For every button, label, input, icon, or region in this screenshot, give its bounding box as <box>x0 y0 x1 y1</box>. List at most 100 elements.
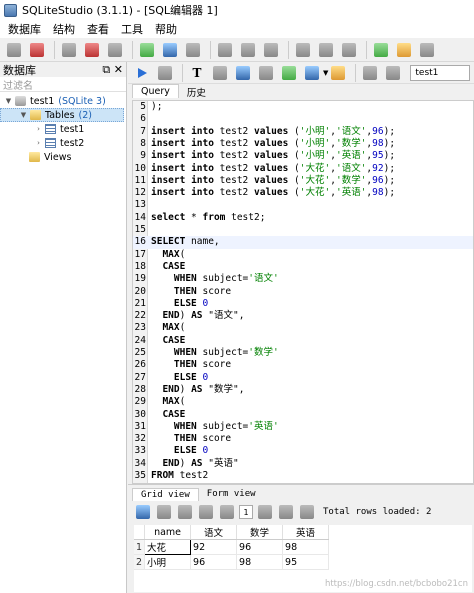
create-table-button[interactable] <box>137 40 157 60</box>
menu-structure[interactable]: 结构 <box>47 21 81 37</box>
tree-item-tables[interactable]: ▼ Tables (2) <box>0 108 124 122</box>
toggle-layout-button[interactable] <box>233 63 253 83</box>
tab-grid-view[interactable]: Grid view <box>132 488 199 501</box>
code-line[interactable]: 21 ELSE 0 <box>133 298 473 310</box>
edit-database-button[interactable] <box>82 40 102 60</box>
create-view-from-query-button[interactable] <box>279 63 299 83</box>
delete-table-button[interactable] <box>183 40 203 60</box>
replace-button[interactable] <box>383 63 403 83</box>
tree-item-views[interactable]: Views <box>0 150 126 164</box>
code-line[interactable]: 28 END) AS "数学", <box>133 384 473 396</box>
format-sql-button[interactable]: T <box>187 63 207 83</box>
code-line[interactable]: 18 CASE <box>133 261 473 273</box>
delete-trigger-button[interactable] <box>339 40 359 60</box>
create-view-button[interactable] <box>371 40 391 60</box>
code-line[interactable]: 16 SELECT name, <box>133 236 473 249</box>
tab-history[interactable]: 历史 <box>179 84 214 99</box>
print-button[interactable] <box>256 63 276 83</box>
menu-help[interactable]: 帮助 <box>149 21 183 37</box>
filter-input[interactable]: 过滤名 <box>0 77 126 92</box>
menu-view[interactable]: 查看 <box>81 21 115 37</box>
code-line[interactable]: 19 WHEN subject='语文' <box>133 273 473 285</box>
code-line[interactable]: 30 CASE <box>133 409 473 421</box>
tab-query[interactable]: Query <box>132 84 179 98</box>
code-line[interactable]: 15 <box>133 224 473 236</box>
table-cell[interactable]: 小明 <box>144 554 192 570</box>
clear-history-button[interactable] <box>210 63 230 83</box>
code-line[interactable]: 8 insert into test2 values ('小明','数学',98)… <box>133 138 473 150</box>
code-line[interactable]: 23 MAX( <box>133 322 473 334</box>
table-cell[interactable]: 98 <box>236 554 284 570</box>
table-cell[interactable]: 95 <box>282 554 330 570</box>
page-number-input[interactable]: 1 <box>239 505 253 519</box>
delete-index-button[interactable] <box>261 40 281 60</box>
disconnect-button[interactable] <box>27 40 47 60</box>
find-button[interactable] <box>360 63 380 83</box>
code-line[interactable]: 13 <box>133 199 473 211</box>
collapse-icon[interactable]: ▼ <box>19 111 28 120</box>
export-button[interactable] <box>298 502 316 522</box>
code-line[interactable]: 22 END) AS "语文", <box>133 310 473 322</box>
tab-form-view[interactable]: Form view <box>199 488 264 501</box>
sql-code-editor[interactable]: 5); 6 7 insert into test2 values ('小明','语文'… <box>132 100 474 484</box>
code-line[interactable]: 25 WHEN subject='数学' <box>133 347 473 359</box>
tree-item-table-test2[interactable]: › test2 <box>0 136 126 150</box>
tree-item-table-test1[interactable]: › test1 <box>0 122 126 136</box>
expand-icon[interactable]: › <box>34 139 43 148</box>
first-page-button[interactable] <box>197 502 215 522</box>
execute-query-button[interactable] <box>132 63 152 83</box>
table-cell[interactable]: 96 <box>190 554 238 570</box>
edit-table-button[interactable] <box>160 40 180 60</box>
column-header[interactable]: 英语 <box>282 525 330 540</box>
table-cell[interactable]: 98 <box>282 539 330 555</box>
code-line[interactable]: 31 WHEN subject='英语' <box>133 421 473 433</box>
code-line[interactable]: 34 END) AS "英语" <box>133 458 473 470</box>
code-line[interactable]: 12 insert into test2 values ('大花','英语',98… <box>133 187 473 199</box>
code-line[interactable]: 24 CASE <box>133 335 473 347</box>
code-line[interactable]: 9 insert into test2 values ('小明','英语',95)… <box>133 150 473 162</box>
code-line[interactable]: 35 FROM test2 <box>133 470 473 482</box>
last-page-button[interactable] <box>277 502 295 522</box>
connect-button[interactable] <box>4 40 24 60</box>
code-line[interactable]: 26 THEN score <box>133 359 473 371</box>
code-line[interactable]: 10 insert into test2 values ('大花','语文',92… <box>133 163 473 175</box>
refresh-button[interactable] <box>134 502 152 522</box>
menu-database[interactable]: 数据库 <box>2 21 47 37</box>
code-line[interactable]: 29 MAX( <box>133 396 473 408</box>
code-line[interactable]: 6 <box>133 113 473 125</box>
code-line[interactable]: 27 ELSE 0 <box>133 372 473 384</box>
tree-item-database[interactable]: ▼ test1 (SQLite 3) <box>0 94 126 108</box>
column-header[interactable]: 数学 <box>236 525 284 540</box>
table-cell[interactable]: 96 <box>236 539 284 555</box>
code-line[interactable]: 5); <box>133 101 473 113</box>
code-line[interactable]: 32 THEN score <box>133 433 473 445</box>
edit-trigger-button[interactable] <box>316 40 336 60</box>
code-line[interactable]: 7 insert into test2 values ('小明','语文',96)… <box>133 126 473 138</box>
code-line[interactable]: 14 select * from test2; <box>133 212 473 224</box>
edit-index-button[interactable] <box>238 40 258 60</box>
save-sql-button[interactable] <box>302 63 322 83</box>
open-sql-button[interactable] <box>328 63 348 83</box>
collapse-icon[interactable]: ▼ <box>4 97 13 106</box>
table-row[interactable]: 1 大花 92 96 98 <box>134 539 330 555</box>
code-line[interactable]: 33 ELSE 0 <box>133 445 473 457</box>
delete-view-button[interactable] <box>417 40 437 60</box>
previous-page-button[interactable] <box>218 502 236 522</box>
connection-select[interactable]: test1 <box>410 64 471 81</box>
remove-database-button[interactable] <box>105 40 125 60</box>
table-cell[interactable]: 大花 <box>144 539 192 555</box>
column-header[interactable]: 语文 <box>190 525 238 540</box>
rollback-button[interactable] <box>176 502 194 522</box>
create-trigger-button[interactable] <box>293 40 313 60</box>
code-line[interactable]: 20 THEN score <box>133 286 473 298</box>
table-cell[interactable]: 92 <box>190 539 238 555</box>
next-page-button[interactable] <box>256 502 274 522</box>
add-database-button[interactable] <box>59 40 79 60</box>
panel-controls-icon[interactable]: ⧉ ✕ <box>102 63 123 77</box>
code-line[interactable]: 11 insert into test2 values ('大花','数学',96… <box>133 175 473 187</box>
explain-query-button[interactable] <box>155 63 175 83</box>
table-row[interactable]: 2 小明 96 98 95 <box>134 554 330 570</box>
edit-view-button[interactable] <box>394 40 414 60</box>
commit-button[interactable] <box>155 502 173 522</box>
create-index-button[interactable] <box>215 40 235 60</box>
